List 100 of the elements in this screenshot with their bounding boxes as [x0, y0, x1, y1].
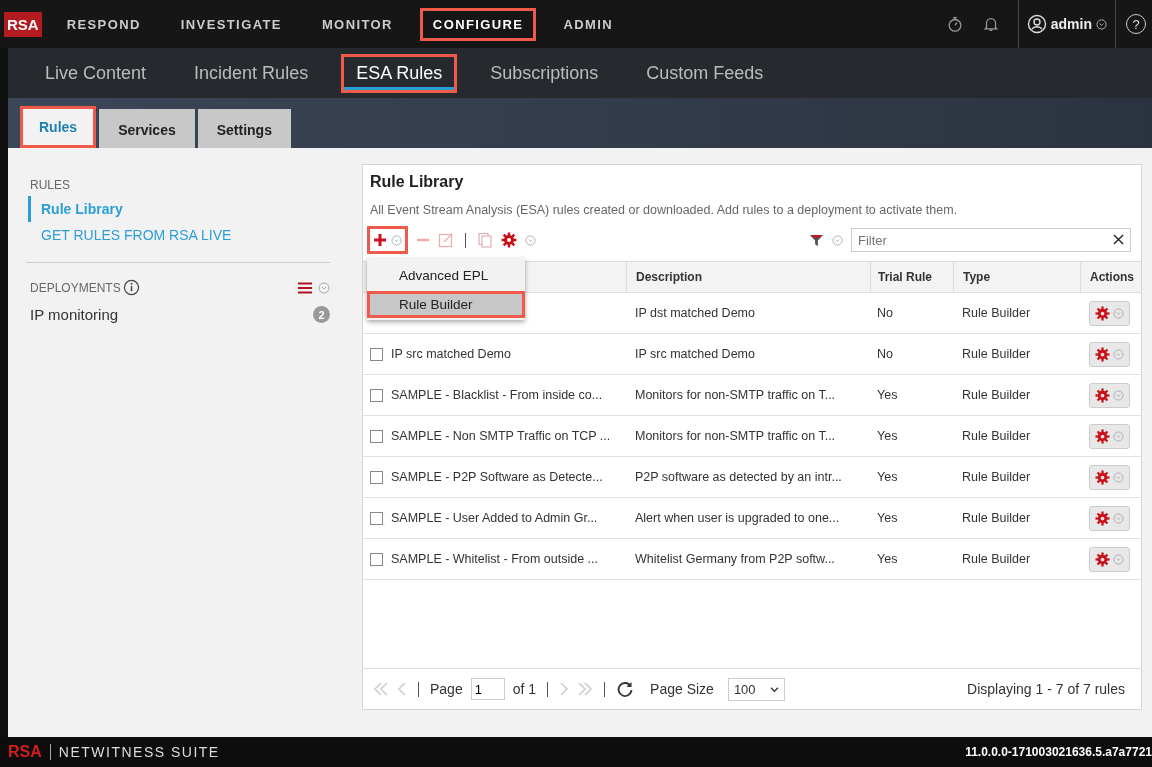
actions-button[interactable] — [1089, 505, 1130, 531]
actions-button[interactable] — [1089, 341, 1130, 367]
actions-button[interactable] — [1089, 546, 1130, 572]
bell-icon[interactable] — [981, 15, 1000, 33]
menu-item[interactable]: Rule Builder — [367, 291, 525, 318]
panel-title: Rule Library — [370, 173, 465, 191]
gear-icon — [1095, 469, 1110, 485]
chevron-icon — [1113, 512, 1124, 524]
table-cell: Rule Builder — [962, 388, 1031, 402]
table-cell: Whitelist Germany from P2P softw... — [635, 552, 835, 566]
table-cell: SAMPLE - P2P Software as Detecte... — [391, 470, 603, 484]
table-cell: Monitors for non-SMTP traffic on T... — [635, 429, 836, 443]
page-size-label: Page Size — [650, 681, 714, 697]
tab[interactable]: Services — [99, 109, 195, 148]
chevron-icon — [1113, 553, 1124, 565]
table-cell: SAMPLE - Non SMTP Traffic on TCP ... — [391, 429, 611, 443]
user-name[interactable]: admin — [1050, 16, 1092, 32]
nav-tab[interactable]: ADMIN — [550, 7, 627, 41]
chevron-icon — [1113, 307, 1124, 319]
actions-button[interactable] — [1089, 423, 1130, 449]
count-badge: 2 — [313, 306, 330, 323]
table-cell: No — [877, 306, 893, 320]
table-cell: Rule Builder — [962, 306, 1031, 320]
column-header[interactable]: Type — [963, 270, 991, 284]
checkbox[interactable] — [370, 429, 383, 443]
menu-item[interactable]: Advanced EPL — [367, 262, 525, 289]
gear-icon — [1095, 551, 1110, 567]
table-cell: No — [877, 347, 893, 361]
column-header[interactable]: Description — [636, 270, 702, 284]
checkbox[interactable] — [370, 388, 383, 402]
panel-description: All Event Stream Analysis (ESA) rules created or downloaded. Add rules to a deployment to activate them. — [370, 203, 959, 217]
chevron-icon[interactable] — [1096, 18, 1107, 30]
checkbox[interactable] — [370, 511, 383, 525]
filter-icon[interactable] — [809, 232, 824, 248]
table-cell: Yes — [877, 429, 898, 443]
table-cell: IP src matched Demo — [635, 347, 755, 361]
logo: RSA — [4, 11, 42, 37]
page-field[interactable]: 1 — [470, 678, 505, 700]
table-cell: Monitors for non-SMTP traffic on T... — [635, 388, 836, 402]
record-count: Displaying 1 - 7 of 7 rules — [967, 681, 1125, 697]
gear-icon[interactable] — [501, 232, 517, 248]
tab[interactable]: Rules — [20, 106, 97, 148]
close-icon[interactable] — [1113, 234, 1124, 245]
sub-nav-tab[interactable]: Incident Rules — [179, 53, 324, 93]
add-button[interactable] — [367, 226, 408, 254]
table-cell: IP dst matched Demo — [635, 306, 755, 320]
plus-icon — [373, 233, 387, 247]
checkbox[interactable] — [370, 470, 383, 484]
table-cell: Rule Builder — [962, 429, 1031, 443]
actions-button[interactable] — [1089, 382, 1130, 408]
nav-tab[interactable]: CONFIGURE — [419, 7, 537, 41]
info-icon[interactable] — [122, 279, 140, 296]
column-header[interactable]: Trial Rule — [878, 270, 933, 284]
table-cell: SAMPLE - Whitelist - From outside ... — [391, 552, 598, 566]
page-size-select[interactable]: 100 — [727, 677, 785, 701]
sub-nav-tab[interactable]: Custom Feeds — [631, 53, 779, 93]
table-cell: Yes — [877, 470, 898, 484]
table-cell: Yes — [877, 511, 898, 525]
sub-nav-tab[interactable]: ESA Rules — [341, 53, 458, 93]
chevron-icon — [1113, 389, 1124, 401]
actions-button[interactable] — [1089, 464, 1130, 490]
table-cell: Rule Builder — [962, 470, 1031, 484]
actions-button[interactable] — [1089, 300, 1130, 326]
gear-icon — [1095, 387, 1110, 403]
checkbox[interactable] — [370, 552, 383, 566]
table-cell: Rule Builder — [962, 511, 1031, 525]
table-cell: IP src matched Demo — [391, 347, 511, 361]
nav-tab[interactable]: RESPOND — [53, 7, 154, 41]
table-cell: Yes — [877, 552, 898, 566]
chevron-icon — [391, 234, 402, 246]
table-cell: Rule Builder — [962, 347, 1031, 361]
version-text: 11.0.0.0-171003021636.5.a7a7721 — [965, 745, 1152, 759]
section-heading: DEPLOYMENTS — [30, 280, 121, 295]
chevron-icon — [1113, 430, 1124, 442]
table-cell: SAMPLE - Blacklist - From inside co... — [391, 388, 603, 402]
sub-nav-tab[interactable]: Live Content — [30, 53, 162, 93]
sub-nav-tab[interactable]: Subscriptions — [475, 53, 614, 93]
refresh-icon[interactable] — [616, 680, 635, 698]
gear-icon — [1095, 305, 1110, 321]
gear-icon — [1095, 428, 1110, 444]
product-name: NETWITNESS SUITE — [58, 744, 220, 760]
user-icon[interactable] — [1026, 14, 1047, 34]
page-label: Page — [430, 681, 463, 697]
menu-icon[interactable] — [298, 281, 312, 294]
filter-field[interactable]: Filter — [851, 228, 1131, 252]
nav-tab[interactable]: INVESTIGATE — [167, 7, 295, 41]
gear-icon — [1095, 510, 1110, 526]
tab[interactable]: Settings — [197, 109, 291, 148]
table-cell: Rule Builder — [962, 552, 1031, 566]
table-cell: Alert when user is upgraded to one... — [635, 511, 840, 525]
page-count: of 1 — [512, 681, 537, 697]
table-cell: SAMPLE - User Added to Admin Gr... — [391, 511, 598, 525]
nav-tab[interactable]: MONITOR — [308, 7, 406, 41]
footer-logo: RSA — [8, 743, 42, 761]
gear-icon — [1095, 346, 1110, 362]
table-cell: P2P software as detected by an intr... — [635, 470, 842, 484]
deployment-item[interactable]: IP monitoring — [30, 306, 313, 323]
chevron-icon — [1113, 348, 1124, 360]
checkbox[interactable] — [370, 347, 383, 361]
column-header[interactable]: Actions — [1090, 270, 1134, 284]
